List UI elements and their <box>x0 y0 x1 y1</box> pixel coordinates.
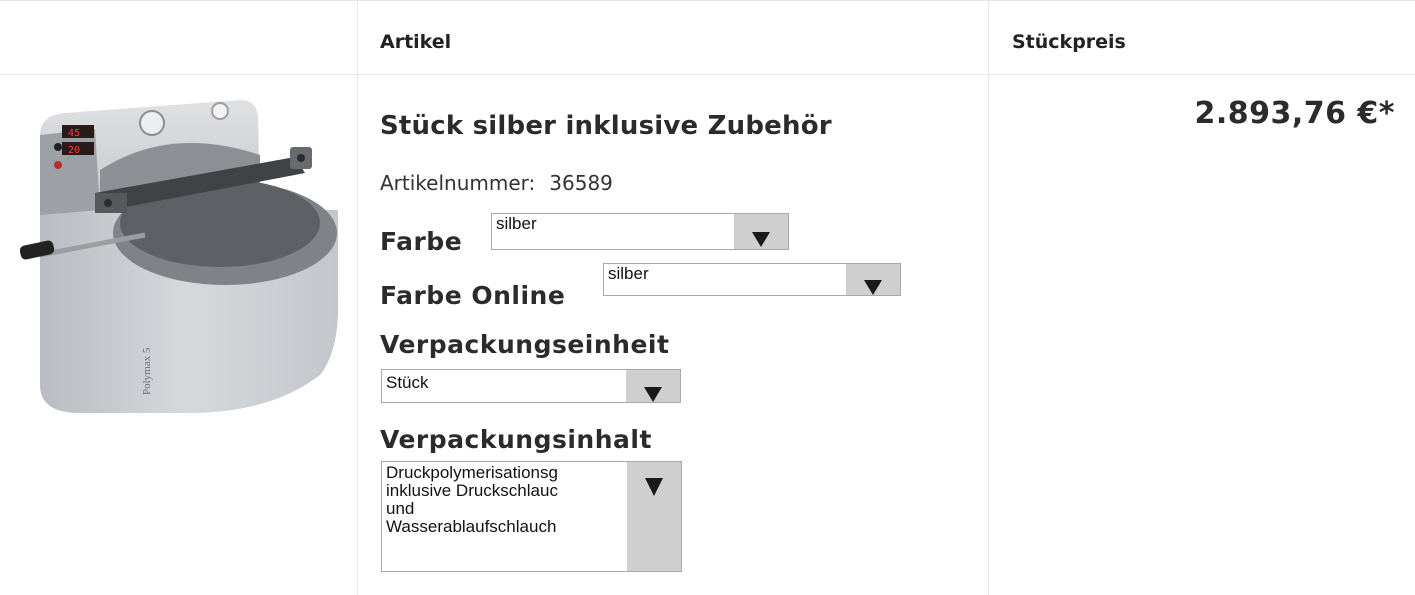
farbe-select-arrow-box <box>734 214 788 249</box>
table-top-border <box>0 0 1415 1</box>
verpackungsinhalt-line: Wasserablaufschlauch <box>386 517 557 536</box>
product-image[interactable]: 45 20 Polymax 5 <box>19 95 340 415</box>
unit-price: 2.893,76 €* <box>1194 96 1395 131</box>
option-label-verpackungsinhalt: Verpackungsinhalt <box>380 425 652 454</box>
verpackungsinhalt-select-value: Druckpolymerisationsg inklusive Drucksch… <box>386 464 626 536</box>
triangle-down-icon <box>645 478 663 496</box>
product-model-label: Polymax 5 <box>141 347 153 395</box>
farbe-online-select[interactable]: silber <box>603 263 901 296</box>
column-divider-price <box>988 0 989 595</box>
verpackungseinheit-select-value: Stück <box>386 373 429 392</box>
verpackungsinhalt-line: Druckpolymerisationsg <box>386 464 558 482</box>
product-title[interactable]: Stück silber inklusive Zubehör <box>380 111 832 141</box>
product-image-svg: 45 20 Polymax 5 <box>19 99 339 413</box>
triangle-down-icon <box>864 280 882 295</box>
option-label-farbe-online: Farbe Online <box>380 281 566 310</box>
column-divider-article <box>357 0 358 595</box>
triangle-down-icon <box>752 232 770 247</box>
display-bottom-value: 20 <box>68 145 80 156</box>
verpackungsinhalt-select[interactable]: Druckpolymerisationsg inklusive Drucksch… <box>381 461 682 572</box>
display-top-value: 45 <box>68 128 80 139</box>
cart-table: Artikel Stückpreis 45 20 Polymax 5 Stück… <box>0 0 1415 595</box>
verpackungseinheit-select[interactable]: Stück <box>381 369 681 403</box>
header-article: Artikel <box>380 31 452 53</box>
triangle-down-icon <box>644 387 662 402</box>
farbe-online-select-value: silber <box>608 264 649 283</box>
verpackungsinhalt-line: und <box>386 499 415 518</box>
article-number-row: Artikelnummer: 36589 <box>380 171 613 195</box>
article-number-label: Artikelnummer: <box>380 171 536 195</box>
header-row-border <box>0 74 1415 75</box>
verpackungsinhalt-select-arrow-box <box>627 462 681 571</box>
farbe-online-select-arrow-box <box>846 264 900 295</box>
farbe-select-value: silber <box>496 214 537 233</box>
verpackungsinhalt-line: inklusive Druckschlauc <box>386 481 558 500</box>
article-number-value: 36589 <box>549 171 613 195</box>
verpackungseinheit-select-arrow-box <box>626 370 680 402</box>
header-unit-price: Stückpreis <box>1012 31 1126 53</box>
option-label-farbe: Farbe <box>380 227 463 256</box>
option-label-verpackungseinheit: Verpackungseinheit <box>380 330 670 359</box>
farbe-select[interactable]: silber <box>491 213 789 250</box>
